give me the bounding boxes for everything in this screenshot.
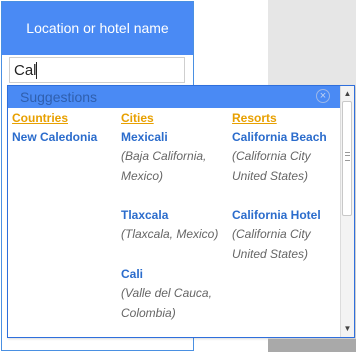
suggestion-detail: (Valle del Cauca, Colombia) (121, 286, 212, 320)
suggestions-header: Suggestions (8, 86, 354, 108)
scroll-up-icon[interactable]: ▲ (341, 88, 354, 100)
scroll-thumb[interactable] (342, 101, 352, 216)
suggestion-name[interactable]: Cali (121, 267, 236, 282)
text-caret (36, 62, 37, 79)
grip-icon (345, 152, 350, 161)
column-resorts: Resorts California Beach (California Cit… (232, 111, 327, 261)
column-heading-countries[interactable]: Countries (12, 111, 68, 125)
column-cities: Cities Mexicali (Baja California, Mexico… (121, 111, 218, 320)
suggestions-dropdown: Suggestions × Countries New Caledonia Ci… (7, 85, 355, 338)
suggestion-detail: (California City United States) (232, 227, 311, 261)
list-item[interactable]: New Caledonia (12, 130, 127, 145)
column-heading-resorts[interactable]: Resorts (232, 111, 277, 125)
scrollbar[interactable]: ▲ ▼ (340, 86, 354, 337)
suggestion-detail: (Baja California, Mexico) (121, 149, 207, 183)
suggestion-name[interactable]: California Hotel (232, 208, 347, 223)
suggestion-detail: (Tlaxcala, Mexico) (121, 227, 219, 241)
background-strip (268, 339, 356, 352)
list-item[interactable]: Mexicali (Baja California, Mexico) (121, 130, 236, 186)
suggestion-detail: (California City United States) (232, 149, 311, 183)
column-heading-cities[interactable]: Cities (121, 111, 154, 125)
close-icon[interactable]: × (316, 89, 330, 103)
suggestion-name[interactable]: Mexicali (121, 130, 236, 145)
scroll-down-icon[interactable]: ▼ (341, 323, 354, 335)
list-item[interactable]: Tlaxcala (Tlaxcala, Mexico) (121, 208, 236, 245)
list-item[interactable]: California Hotel (California City United… (232, 208, 347, 264)
suggestion-name[interactable]: Tlaxcala (121, 208, 236, 223)
panel-title: Location or hotel name (2, 2, 193, 55)
suggestion-name[interactable]: New Caledonia (12, 130, 127, 145)
list-item[interactable]: California Beach (California City United… (232, 130, 347, 186)
suggestions-title: Suggestions (20, 89, 98, 105)
suggestion-name[interactable]: California Beach (232, 130, 347, 145)
column-countries: Countries New Caledonia (12, 111, 97, 144)
list-item[interactable]: Cali (Valle del Cauca, Colombia) (121, 267, 236, 323)
